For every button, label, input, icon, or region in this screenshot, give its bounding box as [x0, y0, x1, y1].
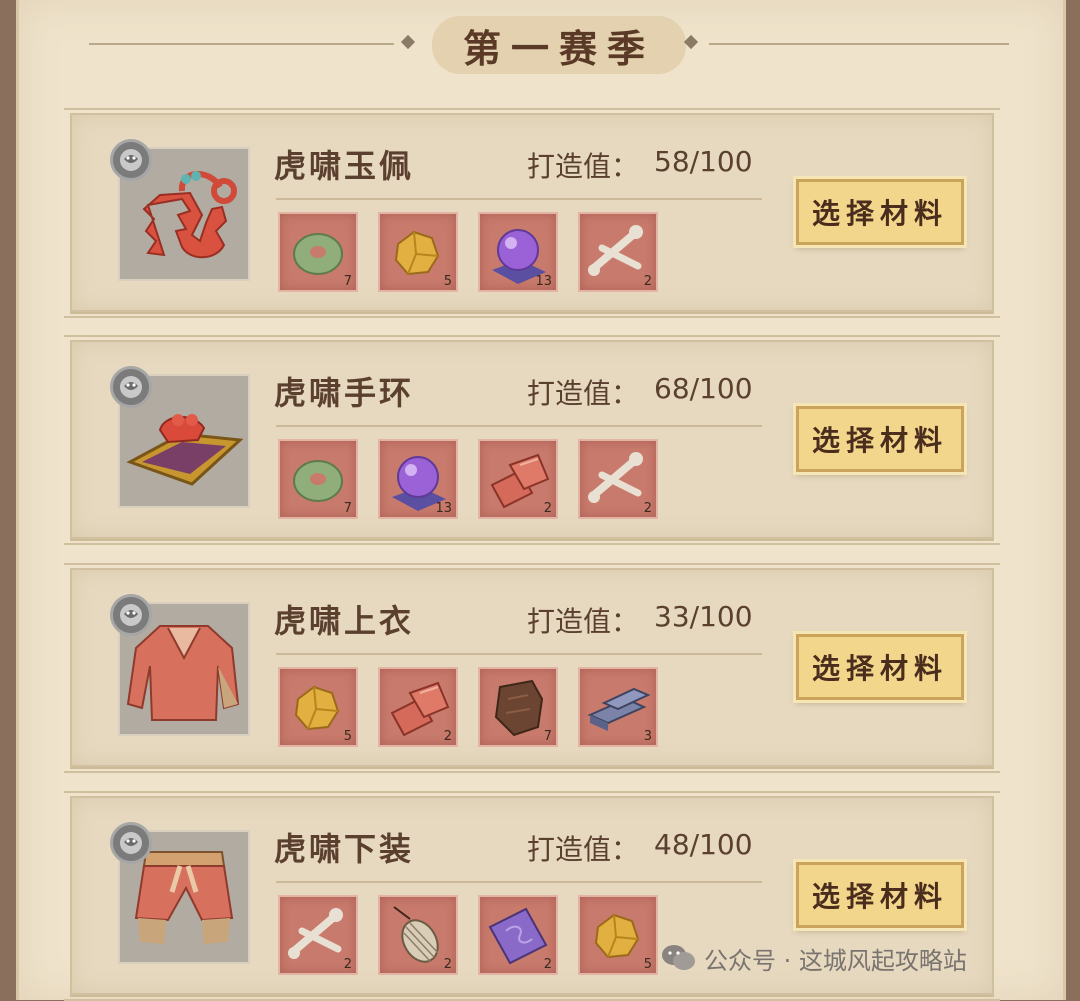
material-quantity: 13	[535, 274, 552, 289]
item-name: 虎啸上衣	[274, 602, 415, 640]
item-name: 虎啸玉佩	[274, 147, 415, 185]
material-quantity: 2	[343, 957, 352, 972]
material-quantity: 2	[643, 501, 652, 516]
material-slot[interactable]: 7	[278, 212, 358, 292]
material-quantity: 2	[443, 729, 452, 744]
material-quantity: 13	[435, 501, 452, 516]
equipment-card-bracelet: 虎啸手环 打造值： 68/100 7 13 2 2 选择材料	[64, 335, 1000, 545]
forge-value: 33/100	[654, 600, 753, 633]
material-quantity: 2	[543, 501, 552, 516]
select-materials-button[interactable]: 选择材料	[796, 862, 964, 928]
material-slot[interactable]: 5	[278, 667, 358, 747]
rarity-badge	[110, 594, 152, 636]
material-slot[interactable]: 2	[478, 439, 558, 519]
tiger-emblem-icon	[120, 149, 142, 171]
divider	[276, 425, 762, 427]
material-quantity: 7	[543, 729, 552, 744]
rarity-badge	[110, 822, 152, 864]
select-materials-button[interactable]: 选择材料	[796, 634, 964, 700]
material-slot[interactable]: 7	[278, 439, 358, 519]
forge-value: 58/100	[654, 145, 753, 178]
equipment-card-pendant: 虎啸玉佩 打造值： 58/100 7 5 13 2 选择材料	[64, 108, 1000, 318]
material-quantity: 5	[343, 729, 352, 744]
material-slot[interactable]: 5	[578, 895, 658, 975]
rarity-badge	[110, 366, 152, 408]
divider	[276, 881, 762, 883]
material-quantity: 7	[343, 274, 352, 289]
header-line-right	[709, 43, 1009, 45]
forge-label: 打造值：	[527, 150, 640, 183]
watermark-text: 公众号 · 这城风起攻略站	[704, 946, 967, 975]
material-quantity: 5	[643, 957, 652, 972]
equipment-card-robe: 虎啸上衣 打造值： 33/100 5 2 7 3 选择材料	[64, 563, 1000, 773]
material-slot[interactable]: 2	[278, 895, 358, 975]
material-slot[interactable]: 13	[478, 212, 558, 292]
material-slot[interactable]: 2	[478, 895, 558, 975]
watermark: 公众号 · 这城风起攻略站	[660, 938, 967, 978]
tiger-emblem-icon	[120, 604, 142, 626]
divider	[276, 198, 762, 200]
material-slot[interactable]: 3	[578, 667, 658, 747]
item-name: 虎啸下装	[274, 830, 415, 868]
material-slot[interactable]: 2	[578, 439, 658, 519]
forge-label: 打造值：	[527, 377, 640, 410]
forge-value: 68/100	[654, 372, 753, 405]
forge-label: 打造值：	[527, 833, 640, 866]
header-diamond-left	[400, 34, 416, 50]
divider	[276, 653, 762, 655]
rarity-badge	[110, 139, 152, 181]
forge-value: 48/100	[654, 828, 753, 861]
material-slot[interactable]: 13	[378, 439, 458, 519]
material-slot[interactable]: 7	[478, 667, 558, 747]
item-name: 虎啸手环	[274, 374, 415, 412]
material-slot[interactable]: 2	[378, 895, 458, 975]
material-quantity: 2	[543, 957, 552, 972]
material-quantity: 2	[443, 957, 452, 972]
header-line-left	[89, 43, 394, 45]
material-quantity: 5	[443, 274, 452, 289]
wechat-icon	[662, 945, 695, 970]
material-slot[interactable]: 2	[578, 212, 658, 292]
forge-label: 打造值：	[527, 605, 640, 638]
season-title: 第一赛季	[432, 16, 686, 74]
select-materials-button[interactable]: 选择材料	[796, 406, 964, 472]
material-quantity: 3	[643, 729, 652, 744]
material-slot[interactable]: 5	[378, 212, 458, 292]
tiger-emblem-icon	[120, 376, 142, 398]
material-slot[interactable]: 2	[378, 667, 458, 747]
material-quantity: 7	[343, 501, 352, 516]
material-quantity: 2	[643, 274, 652, 289]
select-materials-button[interactable]: 选择材料	[796, 179, 964, 245]
tiger-emblem-icon	[120, 832, 142, 854]
header-diamond-right	[683, 34, 699, 50]
